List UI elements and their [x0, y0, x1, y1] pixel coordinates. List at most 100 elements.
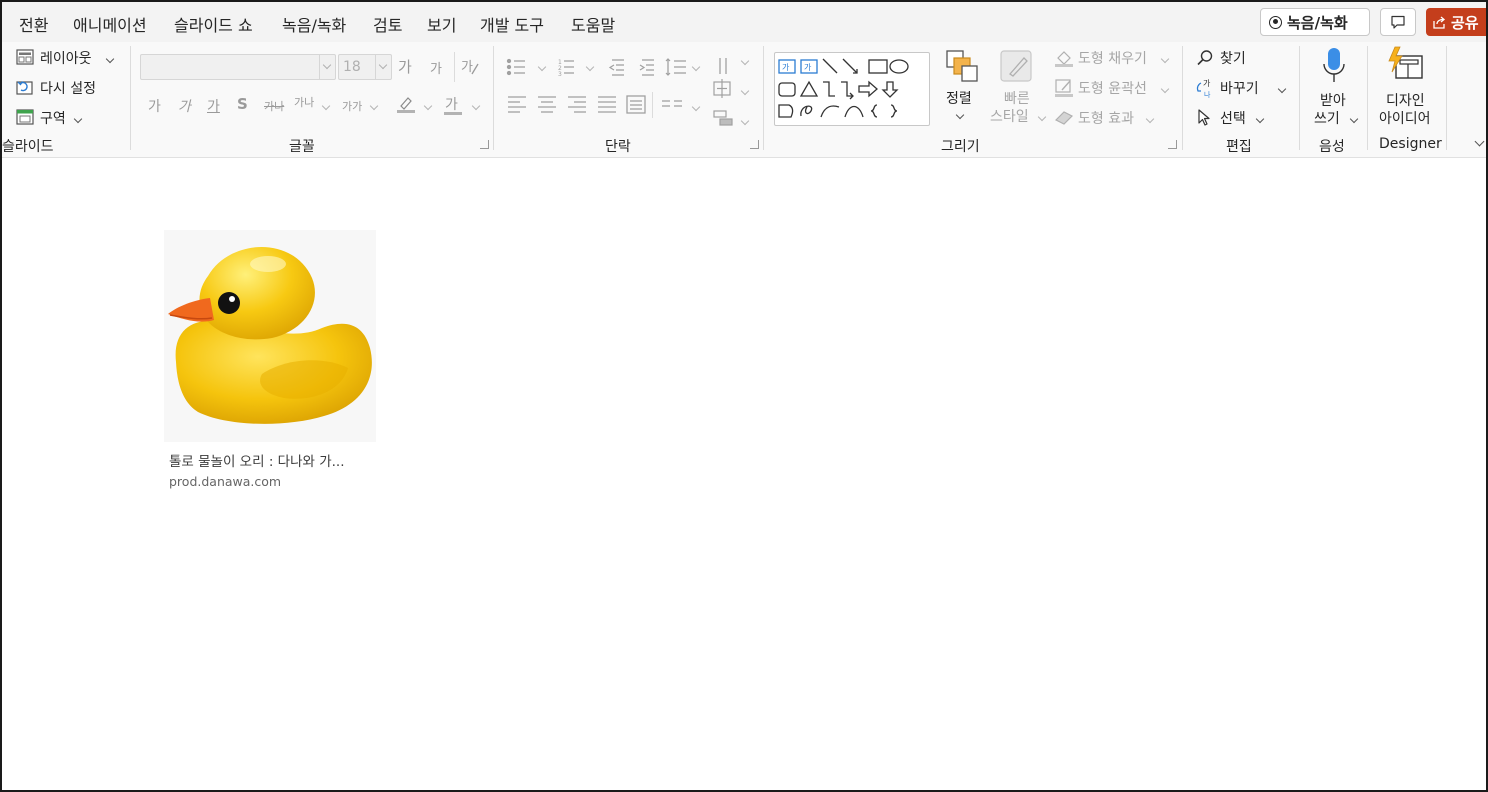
slide-canvas: 톨로 물놀이 오리 : 다나와 가... prod.danawa.com — [2, 158, 1486, 790]
select-button[interactable]: 선택 — [1196, 106, 1286, 130]
font-dialog-launcher[interactable] — [480, 140, 489, 149]
font-group-label: 글꼴 — [289, 139, 315, 155]
shadow-button[interactable]: S — [237, 95, 248, 113]
rubber-duck-image[interactable] — [164, 230, 376, 442]
arrange-button[interactable]: 정렬 — [940, 48, 984, 124]
pen-icon — [1055, 79, 1073, 97]
chevron-down-icon — [1160, 54, 1170, 64]
reset-label: 다시 설정 — [40, 81, 96, 97]
chevron-down-icon — [585, 62, 595, 72]
share-button[interactable]: 공유 — [1426, 8, 1486, 36]
arrange-label: 정렬 — [946, 91, 972, 107]
textbox-glyph: 가 — [782, 63, 790, 72]
tab-transitions[interactable]: 전환 — [19, 12, 48, 36]
grow-font-button[interactable]: 가 — [398, 56, 412, 77]
comments-button[interactable] — [1380, 8, 1416, 36]
font-size-combo[interactable]: 18 — [338, 54, 392, 80]
group-separator — [1299, 46, 1300, 150]
tab-help[interactable]: 도움말 — [571, 12, 615, 36]
group-separator — [493, 46, 494, 150]
chevron-down-icon — [1145, 114, 1155, 124]
editing-group-label: 편집 — [1226, 139, 1252, 155]
cursor-icon — [1198, 109, 1210, 126]
chevron-down-icon — [740, 56, 750, 66]
rubber-duck-icon — [168, 247, 372, 424]
svg-text:나: 나 — [1204, 90, 1211, 99]
ribbon-expand-icon[interactable] — [1474, 136, 1485, 147]
app-window: 전환 애니메이션 슬라이드 쇼 녹음/녹화 검토 보기 개발 도구 도움말 녹음… — [0, 0, 1488, 792]
shapes-gallery[interactable]: 가 가 — [774, 52, 930, 126]
drawing-dialog-launcher[interactable] — [1168, 140, 1177, 149]
group-separator — [763, 46, 764, 150]
tab-record[interactable]: 녹음/녹화 — [282, 12, 346, 36]
tab-view[interactable]: 보기 — [427, 12, 456, 36]
font-color-button[interactable]: 가 — [445, 94, 458, 114]
record-label: 녹음/녹화 — [1287, 13, 1348, 32]
character-spacing-button[interactable]: 가나 — [294, 94, 314, 110]
chevron-down-icon — [471, 101, 481, 111]
align-text-icon[interactable] — [712, 78, 736, 100]
quick-styles-label-2: 스타일 — [990, 109, 1029, 125]
design-ideas-button[interactable]: 디자인 아이디어 — [1374, 46, 1440, 128]
shape-effects-button[interactable]: 도형 효과 — [1054, 106, 1174, 130]
drawing-group-label: 그리기 — [941, 139, 980, 155]
change-case-button[interactable]: 가가 — [342, 98, 362, 114]
result-title[interactable]: 톨로 물놀이 오리 : 다나와 가... — [169, 450, 369, 470]
share-icon — [1433, 16, 1446, 29]
tab-animations[interactable]: 애니메이션 — [73, 12, 147, 36]
dictate-label-2: 쓰기 — [1314, 111, 1340, 127]
smartart-icon[interactable] — [712, 108, 736, 128]
chevron-down-icon — [691, 102, 701, 112]
share-label: 공유 — [1451, 13, 1479, 32]
section-button[interactable]: 구역 — [16, 106, 128, 130]
reset-icon — [16, 81, 33, 95]
highlight-icon[interactable] — [396, 94, 416, 114]
group-separator — [1446, 46, 1447, 150]
tab-review[interactable]: 검토 — [373, 12, 402, 36]
tab-slide-show[interactable]: 슬라이드 쇼 — [174, 12, 253, 36]
clear-formatting-icon[interactable]: 가 — [460, 56, 480, 76]
group-separator — [1182, 46, 1183, 150]
find-button[interactable]: 찾기 — [1196, 46, 1292, 70]
chevron-down-icon — [375, 55, 391, 79]
chevron-down-icon — [1277, 84, 1287, 94]
result-source: prod.danawa.com — [169, 474, 282, 489]
replace-button[interactable]: 가 나 바꾸기 — [1194, 76, 1294, 100]
chevron-down-icon — [1349, 114, 1359, 124]
quick-styles-button[interactable]: 빠른 스타일 — [988, 48, 1047, 128]
record-icon — [1269, 15, 1282, 29]
dictate-label-1: 받아 — [1320, 93, 1346, 109]
section-icon — [16, 109, 34, 125]
chevron-down-icon — [691, 62, 701, 72]
shape-effects-label: 도형 효과 — [1078, 111, 1134, 127]
font-name-combo[interactable] — [140, 54, 336, 80]
select-label: 선택 — [1220, 111, 1246, 127]
layout-button[interactable]: 레이아웃 — [16, 46, 128, 70]
replace-label: 바꾸기 — [1220, 81, 1259, 97]
divider — [652, 92, 653, 118]
image-search-result[interactable]: 톨로 물놀이 오리 : 다나와 가... prod.danawa.com — [164, 230, 376, 500]
dictate-button[interactable]: 받아 쓰기 — [1308, 46, 1360, 128]
svg-text:가: 가 — [1203, 79, 1211, 88]
bold-button[interactable]: 가 — [148, 96, 161, 116]
shrink-font-button[interactable]: 가 — [430, 58, 442, 77]
group-separator — [130, 46, 131, 150]
design-ideas-label-2: 아이디어 — [1379, 111, 1431, 127]
strikethrough-button[interactable]: 가나 — [264, 98, 284, 114]
paragraph-dialog-launcher[interactable] — [750, 140, 759, 149]
divider — [454, 52, 455, 82]
underline-button[interactable]: 가 — [207, 96, 220, 116]
record-button[interactable]: 녹음/녹화 — [1260, 8, 1370, 36]
italic-button[interactable]: 가 — [178, 96, 191, 116]
chevron-down-icon — [740, 86, 750, 96]
quick-styles-icon — [1000, 50, 1032, 82]
reset-button[interactable]: 다시 설정 — [16, 76, 128, 100]
menu-bar: 전환 애니메이션 슬라이드 쇼 녹음/녹화 검토 보기 개발 도구 도움말 녹음… — [2, 2, 1486, 42]
shape-outline-button[interactable]: 도형 윤곽선 — [1054, 76, 1174, 100]
design-ideas-icon — [1388, 46, 1423, 79]
shape-fill-button[interactable]: 도형 채우기 — [1054, 46, 1174, 70]
paragraph-align-row[interactable] — [506, 94, 686, 116]
tab-developer[interactable]: 개발 도구 — [480, 12, 544, 36]
svg-text:3: 3 — [558, 71, 562, 78]
layout-label: 레이아웃 — [40, 51, 92, 67]
